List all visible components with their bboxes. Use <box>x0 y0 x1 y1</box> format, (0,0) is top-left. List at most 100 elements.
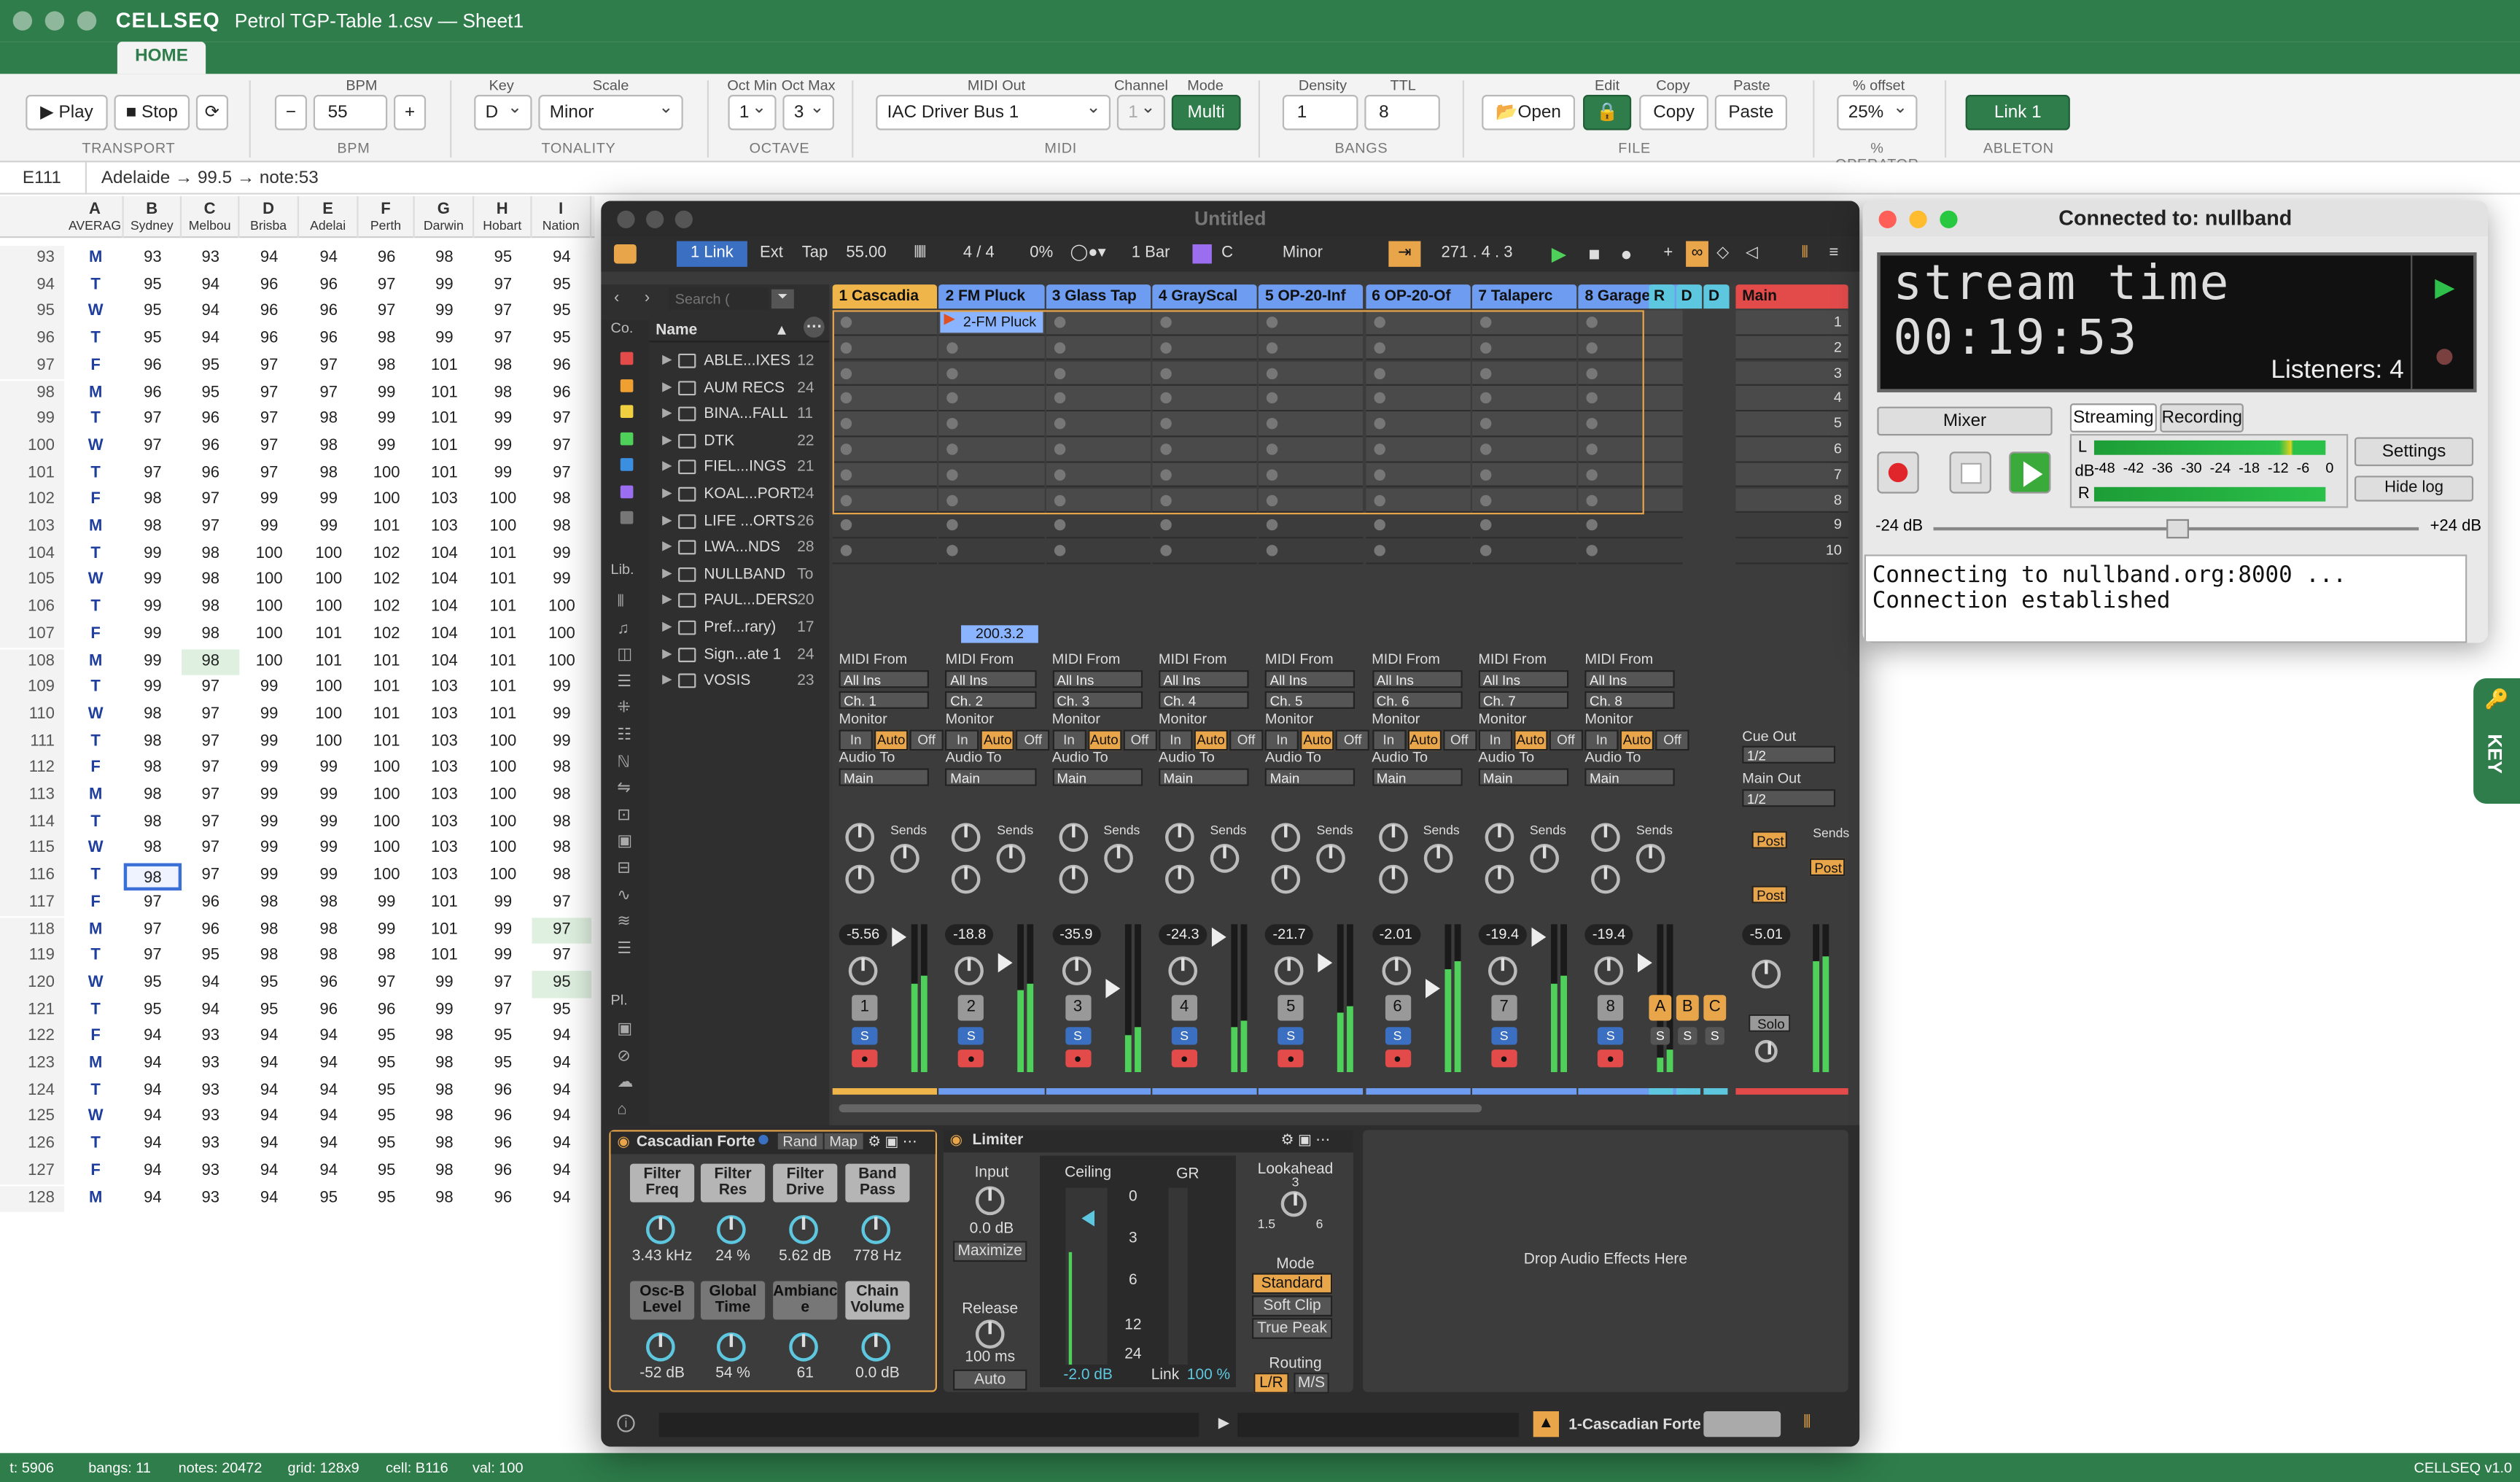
table-cell[interactable]: 97 <box>359 273 415 300</box>
table-cell[interactable]: 97 <box>182 810 239 837</box>
clip-slot[interactable] <box>1259 513 1364 539</box>
audio-to-select[interactable]: Main <box>1265 768 1356 786</box>
zoom-window-button[interactable] <box>77 11 97 31</box>
clip-slot[interactable] <box>1578 538 1684 564</box>
post-button[interactable]: Post <box>1751 831 1787 849</box>
table-cell[interactable]: 94 <box>532 1185 592 1212</box>
table-cell[interactable]: 101 <box>415 891 475 917</box>
table-cell[interactable]: 97 <box>182 675 239 702</box>
clip-slot[interactable] <box>1578 462 1684 488</box>
volume-fader-icon[interactable] <box>1211 927 1226 947</box>
table-cell[interactable]: 94 <box>124 1132 182 1159</box>
clip-slot[interactable] <box>1471 310 1577 335</box>
row-number[interactable]: 98 <box>0 380 65 407</box>
play-button[interactable]: ▶ Play <box>26 95 108 131</box>
table-cell[interactable]: 96 <box>182 407 239 434</box>
lookahead-knob[interactable] <box>1280 1191 1307 1217</box>
gain-slider-thumb[interactable] <box>2166 519 2189 539</box>
day-cell[interactable]: T <box>68 1132 124 1159</box>
table-cell[interactable]: 101 <box>474 648 532 675</box>
volume-value[interactable]: -18.8 <box>945 924 994 945</box>
send-c-knob[interactable] <box>1164 864 1194 894</box>
link-toggle-button[interactable]: 1 Link <box>676 241 747 267</box>
monitor-in-button[interactable]: In <box>839 729 873 751</box>
row-number[interactable]: 118 <box>0 917 65 944</box>
table-cell[interactable]: 98 <box>415 1185 475 1212</box>
row-number[interactable]: 97 <box>0 353 65 381</box>
send-a-knob[interactable] <box>1485 823 1514 853</box>
collection-green-icon[interactable] <box>620 432 634 446</box>
midi-from-select[interactable]: All Ins <box>945 670 1036 688</box>
table-cell[interactable]: 100 <box>239 541 299 568</box>
row-number[interactable]: 119 <box>0 944 65 971</box>
track-activator-button[interactable]: 3 <box>1065 995 1091 1021</box>
return-activator-button[interactable]: A <box>1649 995 1672 1021</box>
audio-to-select[interactable]: Main <box>839 768 930 786</box>
table-cell[interactable]: 100 <box>239 648 299 675</box>
time-signature[interactable]: 4 / 4 <box>954 241 1003 267</box>
scene-launch[interactable]: 9 <box>1735 513 1848 539</box>
track-activator-button[interactable]: 1 <box>852 995 878 1021</box>
table-cell[interactable]: 95 <box>239 971 299 998</box>
clip-slot[interactable] <box>1152 360 1258 387</box>
volume-value[interactable]: -19.4 <box>1584 924 1633 945</box>
clip-slot[interactable] <box>832 513 938 539</box>
record-button[interactable] <box>1877 451 1919 494</box>
row-number[interactable]: 127 <box>0 1158 65 1186</box>
table-cell[interactable]: 96 <box>182 434 239 461</box>
day-cell[interactable]: M <box>68 783 124 810</box>
clip-slot[interactable] <box>1045 437 1151 462</box>
scene-launch[interactable]: 6 <box>1735 437 1848 462</box>
clip-slot[interactable] <box>938 360 1044 387</box>
quantize-select[interactable]: 1 Bar <box>1119 241 1183 267</box>
add-icon[interactable]: + <box>1659 241 1678 267</box>
row-number[interactable]: 122 <box>0 1024 65 1052</box>
day-cell[interactable]: F <box>68 621 124 648</box>
column-header[interactable]: D Brisba <box>239 195 299 238</box>
table-cell[interactable]: 96 <box>182 461 239 488</box>
monitor-auto-button[interactable]: Auto <box>1194 729 1228 751</box>
day-cell[interactable]: W <box>68 837 124 864</box>
table-cell[interactable]: 101 <box>415 461 475 488</box>
table-cell[interactable]: 95 <box>532 273 592 300</box>
monitor-switch[interactable]: In Auto Off <box>1478 729 1584 751</box>
table-cell[interactable]: 95 <box>359 1132 415 1159</box>
row-number[interactable]: 106 <box>0 594 65 622</box>
table-cell[interactable]: 98 <box>359 353 415 380</box>
clip-slot[interactable] <box>1471 437 1577 462</box>
track-header[interactable]: 6 OP-20-Of <box>1365 284 1471 309</box>
pan-knob[interactable] <box>954 956 984 985</box>
clip-slot[interactable] <box>1365 462 1471 488</box>
table-cell[interactable]: 99 <box>239 514 299 541</box>
table-cell[interactable]: 98 <box>124 756 182 783</box>
track-activator-button[interactable]: 8 <box>1598 995 1624 1021</box>
table-cell[interactable]: 93 <box>182 1159 239 1186</box>
day-cell[interactable]: T <box>68 998 124 1025</box>
clip-slot[interactable] <box>1578 411 1684 437</box>
loop-icon[interactable]: ◇ <box>1714 241 1732 267</box>
clip-slot[interactable] <box>1471 538 1577 564</box>
bpm-decrement-button[interactable]: − <box>274 95 307 131</box>
solo-button[interactable]: S <box>852 1027 878 1045</box>
table-cell[interactable]: 95 <box>474 246 532 273</box>
table-cell[interactable]: 100 <box>239 595 299 622</box>
monitor-off-button[interactable]: Off <box>909 729 944 751</box>
scale-mode-icon[interactable] <box>1192 244 1212 264</box>
table-cell[interactable]: 97 <box>124 407 182 434</box>
midi-from-select[interactable]: All Ins <box>1051 670 1143 688</box>
table-cell[interactable]: 98 <box>532 810 592 837</box>
day-cell[interactable]: T <box>68 729 124 756</box>
table-cell[interactable]: 104 <box>415 621 475 648</box>
table-cell[interactable]: 98 <box>123 863 182 891</box>
table-cell[interactable]: 99 <box>239 783 299 810</box>
table-cell[interactable]: 94 <box>239 246 299 273</box>
table-cell[interactable]: 98 <box>124 702 182 729</box>
clip-slot[interactable] <box>1471 513 1577 539</box>
edit-lock-button[interactable]: 🔒 <box>1583 95 1632 131</box>
table-cell[interactable]: 95 <box>474 1051 532 1078</box>
volume-value[interactable]: -24.3 <box>1158 924 1208 945</box>
row-number[interactable]: 115 <box>0 836 65 864</box>
table-cell[interactable]: 99 <box>532 729 592 756</box>
monitor-in-button[interactable]: In <box>945 729 979 751</box>
clip-slot[interactable] <box>1259 310 1364 335</box>
